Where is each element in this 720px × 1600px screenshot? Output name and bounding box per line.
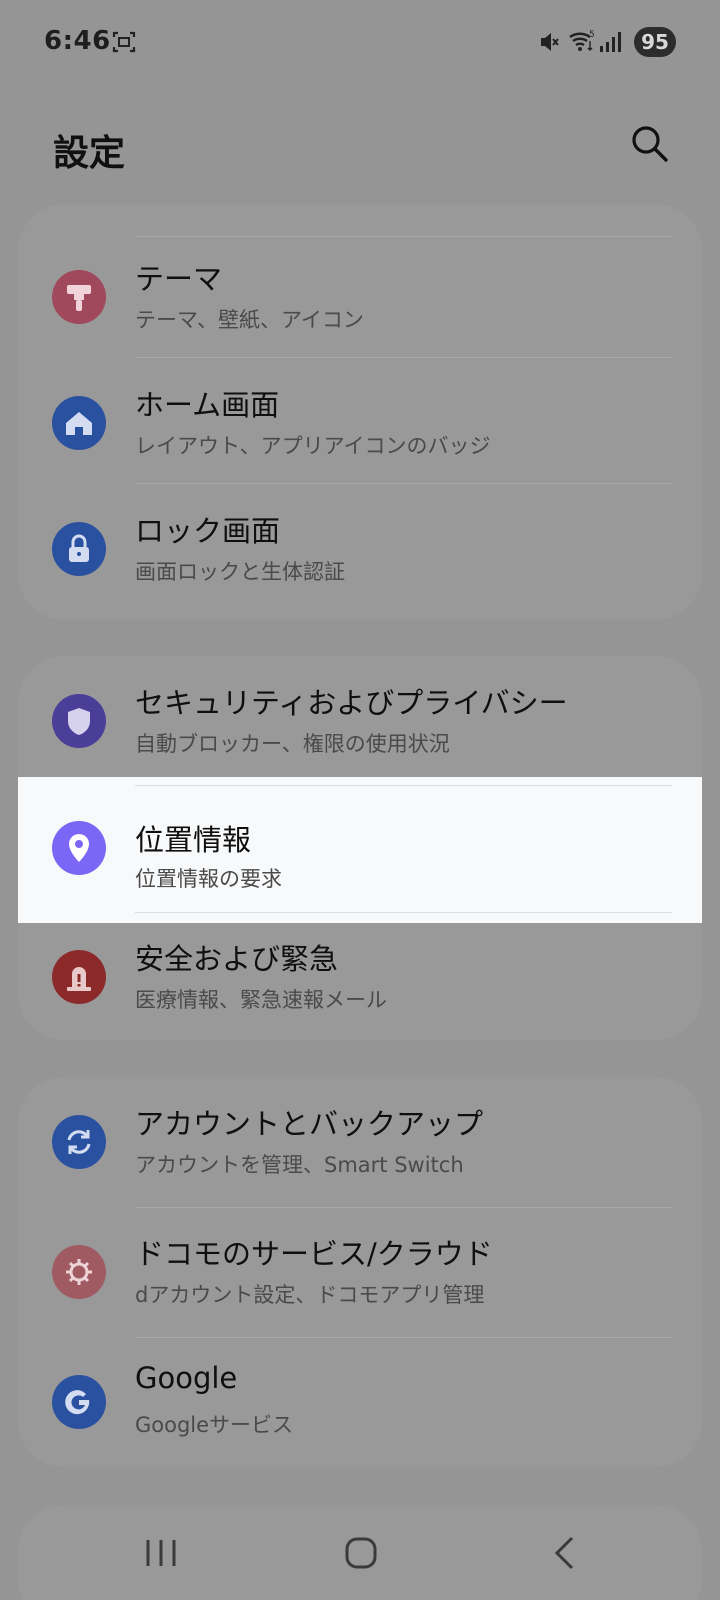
settings-item-subtitle: レイアウト、アプリアイコンのバッジ bbox=[135, 434, 491, 458]
settings-item-title: テーマ bbox=[135, 262, 223, 296]
settings-item-home-screen[interactable]: ホーム画面 レイアウト、アプリアイコンのバッジ bbox=[18, 358, 702, 486]
gear-icon bbox=[52, 1245, 106, 1299]
svg-text:5: 5 bbox=[589, 30, 595, 40]
screenshot-icon bbox=[112, 31, 136, 53]
wifi-icon: 5 bbox=[569, 30, 595, 51]
settings-item-location[interactable]: 位置情報 位置情報の要求 bbox=[18, 777, 702, 923]
settings-item-subtitle: dアカウント設定、ドコモアプリ管理 bbox=[135, 1283, 485, 1307]
settings-group-display: テーマ テーマ、壁紙、アイコン ホーム画面 レイアウト、アプリアイコンのバッジ … bbox=[18, 204, 702, 620]
page-title: 設定 bbox=[53, 133, 126, 174]
settings-item-title: Google bbox=[135, 1361, 238, 1395]
mute-icon bbox=[541, 33, 559, 51]
navigation-bar bbox=[0, 1500, 720, 1600]
battery-indicator: 95 bbox=[634, 27, 676, 57]
settings-item-subtitle: Googleサービス bbox=[135, 1413, 294, 1437]
signal-icon bbox=[600, 32, 621, 52]
settings-item-title: ホーム画面 bbox=[135, 388, 280, 422]
settings-item-subtitle: 位置情報の要求 bbox=[135, 867, 282, 891]
settings-item-subtitle: テーマ、壁紙、アイコン bbox=[135, 308, 364, 332]
settings-item-subtitle: 画面ロックと生体認証 bbox=[135, 560, 345, 584]
settings-item-title: ドコモのサービス/クラウド bbox=[135, 1237, 493, 1271]
settings-item-google[interactable]: Google Googleサービス bbox=[18, 1337, 702, 1465]
settings-item-title: セキュリティおよびプライバシー bbox=[135, 686, 568, 720]
paint-roller-icon bbox=[52, 270, 106, 324]
divider bbox=[135, 785, 672, 786]
sync-icon bbox=[52, 1115, 106, 1169]
home-icon bbox=[52, 396, 106, 450]
settings-item-lock-screen[interactable]: ロック画面 画面ロックと生体認証 bbox=[18, 484, 702, 612]
status-bar: 6:46 5 95 bbox=[0, 0, 720, 84]
settings-screen: 6:46 5 95 設定 テーマ テーマ、壁紙、アイコン ホーム画面 レイアウト… bbox=[0, 0, 720, 1600]
warning-icon bbox=[52, 950, 106, 1004]
location-pin-icon bbox=[52, 821, 106, 875]
settings-item-title: ロック画面 bbox=[135, 514, 281, 548]
divider bbox=[135, 912, 672, 913]
settings-item-theme[interactable]: テーマ テーマ、壁紙、アイコン bbox=[18, 232, 702, 360]
home-nav-icon[interactable] bbox=[337, 1528, 387, 1578]
settings-item-title: アカウントとバックアップ bbox=[135, 1107, 484, 1141]
settings-item-subtitle: アカウントを管理、Smart Switch bbox=[135, 1153, 464, 1177]
recent-apps-icon[interactable] bbox=[136, 1528, 186, 1578]
settings-item-title: 位置情報 bbox=[135, 823, 252, 857]
settings-item-subtitle: 医療情報、緊急速報メール bbox=[135, 988, 387, 1012]
settings-item-docomo-services[interactable]: ドコモのサービス/クラウド dアカウント設定、ドコモアプリ管理 bbox=[18, 1207, 702, 1335]
google-icon bbox=[52, 1375, 106, 1429]
lock-icon bbox=[52, 522, 106, 576]
settings-item-subtitle: 自動ブロッカー、権限の使用状況 bbox=[135, 732, 450, 756]
settings-item-accounts-backup[interactable]: アカウントとバックアップ アカウントを管理、Smart Switch bbox=[18, 1077, 702, 1205]
back-icon[interactable] bbox=[540, 1528, 590, 1578]
settings-item-security-privacy[interactable]: セキュリティおよびプライバシー 自動ブロッカー、権限の使用状況 bbox=[18, 656, 702, 784]
settings-item-safety-emergency[interactable]: 安全および緊急 医療情報、緊急速報メール bbox=[18, 912, 702, 1040]
settings-item-title: 安全および緊急 bbox=[135, 942, 339, 976]
search-icon[interactable] bbox=[628, 122, 672, 166]
settings-group-accounts: アカウントとバックアップ アカウントを管理、Smart Switch ドコモのサ… bbox=[18, 1077, 702, 1467]
shield-icon bbox=[52, 694, 106, 748]
status-time: 6:46 bbox=[44, 26, 111, 56]
